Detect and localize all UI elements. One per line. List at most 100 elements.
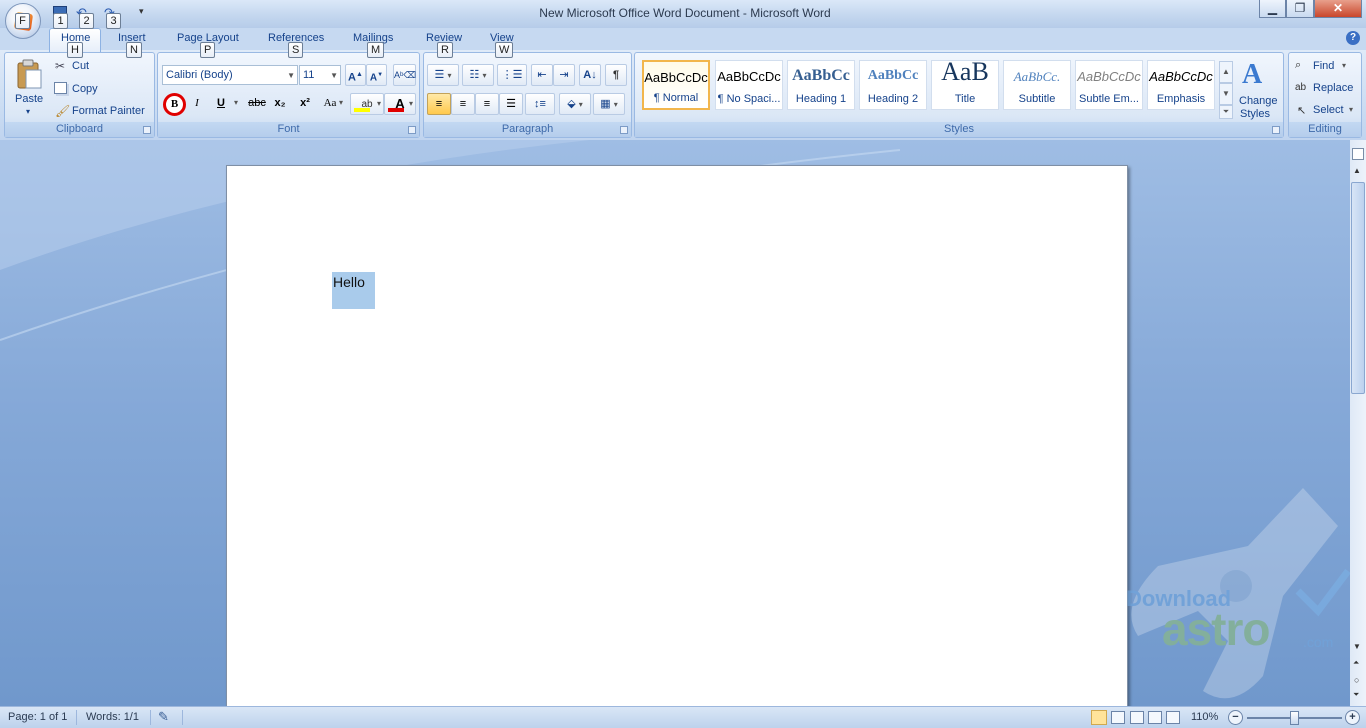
change-styles-icon[interactable]: A — [1242, 59, 1262, 91]
zoom-level[interactable]: 110% — [1191, 711, 1218, 723]
word-count[interactable]: Words: 1/1 — [86, 711, 139, 723]
change-styles-label-1[interactable]: Change — [1239, 95, 1278, 107]
customize-qat-icon[interactable]: ▾ — [139, 6, 144, 17]
bullets-button[interactable]: ☰ ▾ — [427, 64, 459, 86]
keytip-office: F — [15, 13, 30, 29]
superscript-button[interactable]: x² — [295, 93, 315, 115]
vertical-scrollbar[interactable]: ▲ ▼ ⏶ ○ ⏷ — [1350, 140, 1366, 706]
font-color-button[interactable]: A ▾ — [384, 93, 416, 115]
show-formatting-button[interactable]: ¶ — [605, 64, 627, 86]
previous-page-icon[interactable]: ⏶ — [1353, 658, 1359, 668]
document-text-selected[interactable]: Hello — [332, 272, 375, 309]
font-family-combo[interactable]: Calibri (Body) ▼ — [162, 65, 298, 85]
font-launcher-icon[interactable] — [408, 126, 416, 134]
cut-icon[interactable]: ✂ — [55, 59, 65, 73]
zoom-out-icon[interactable]: − — [1228, 710, 1243, 725]
minimize-button[interactable]: ▁ — [1259, 0, 1286, 18]
paste-icon[interactable] — [15, 58, 43, 90]
decrease-indent-button[interactable]: ⇤ — [531, 64, 553, 86]
sort-button[interactable]: A↓ — [579, 64, 601, 86]
bold-button[interactable]: B — [163, 93, 186, 116]
print-layout-view-icon[interactable] — [1091, 710, 1107, 725]
align-left-button[interactable]: ≡ — [427, 93, 451, 115]
style-title[interactable]: AaB Title — [931, 60, 999, 110]
justify-button[interactable]: ☰ — [499, 93, 523, 115]
style-heading-2[interactable]: AaBbCc Heading 2 — [859, 60, 927, 110]
draft-view-icon[interactable] — [1166, 711, 1180, 724]
proofing-icon[interactable]: ✎ — [158, 709, 169, 725]
keytip-page-layout: P — [200, 42, 216, 58]
zoom-in-icon[interactable]: + — [1345, 710, 1360, 725]
style-normal[interactable]: AaBbCcDc ¶ Normal — [642, 60, 710, 110]
copy-icon[interactable] — [54, 82, 67, 94]
line-spacing-button[interactable]: ↕≡ — [525, 93, 555, 115]
shrink-font-button[interactable]: A▼ — [366, 64, 387, 86]
page-count[interactable]: Page: 1 of 1 — [8, 711, 67, 723]
strikethrough-button[interactable]: abc — [246, 93, 268, 115]
grow-font-button[interactable]: A▲ — [345, 64, 366, 86]
scroll-up-icon[interactable]: ▲ — [1353, 166, 1361, 175]
chevron-down-icon[interactable]: ▼ — [330, 67, 338, 85]
scroll-down-icon[interactable]: ▼ — [1353, 642, 1361, 651]
cut-button[interactable]: Cut — [72, 60, 89, 72]
paste-dropdown-icon[interactable]: ▾ — [26, 107, 30, 116]
restore-button[interactable]: ❐ — [1286, 0, 1314, 18]
style-subtle-emphasis[interactable]: AaBbCcDc Subtle Em... — [1075, 60, 1143, 110]
change-styles-label-2[interactable]: Styles — [1240, 108, 1270, 120]
document-page[interactable]: Hello — [226, 165, 1128, 706]
replace-button[interactable]: Replace — [1313, 82, 1353, 94]
close-button[interactable]: ✕ — [1314, 0, 1362, 18]
style-no-spacing[interactable]: AaBbCcDc ¶ No Spaci... — [715, 60, 783, 110]
paragraph-launcher-icon[interactable] — [620, 126, 628, 134]
align-center-button[interactable]: ≡ — [451, 93, 475, 115]
styles-scroll-down-icon[interactable]: ▼ — [1219, 83, 1233, 105]
outline-view-icon[interactable] — [1148, 711, 1162, 724]
ruler-toggle-icon[interactable] — [1352, 148, 1364, 160]
format-painter-icon[interactable]: 🖌 — [55, 104, 70, 118]
multilevel-list-button[interactable]: ⋮☰ — [497, 64, 527, 86]
document-area: Hello — [0, 140, 1350, 706]
find-button[interactable]: Find — [1313, 60, 1334, 72]
italic-button[interactable]: I — [187, 93, 207, 115]
select-cursor-icon[interactable]: ↖ — [1297, 104, 1306, 117]
select-browse-object-icon[interactable]: ○ — [1354, 675, 1359, 685]
underline-button[interactable]: U — [212, 93, 230, 115]
styles-more-icon[interactable]: ⏷ — [1219, 105, 1233, 119]
paragraph-group: ☰ ▾ ☷ ▾ ⋮☰ ⇤ ⇥ A↓ ¶ ≡ ≡ ≡ ☰ ↕≡ ⬙ ▾ ▦ ▾ P… — [423, 52, 632, 138]
next-page-icon[interactable]: ⏷ — [1353, 690, 1359, 700]
find-dropdown-icon[interactable]: ▾ — [1342, 61, 1346, 70]
zoom-slider-thumb[interactable] — [1290, 711, 1299, 725]
change-case-button[interactable]: Aa — [319, 93, 341, 115]
underline-dropdown-icon[interactable]: ▾ — [234, 98, 238, 107]
increase-indent-button[interactable]: ⇥ — [553, 64, 575, 86]
select-button[interactable]: Select — [1313, 104, 1344, 116]
align-right-button[interactable]: ≡ — [475, 93, 499, 115]
styles-scroll-up-icon[interactable]: ▲ — [1219, 61, 1233, 83]
binoculars-icon[interactable]: ⌕ — [1295, 59, 1301, 72]
chevron-down-icon[interactable]: ▼ — [287, 67, 295, 85]
subscript-button[interactable]: x₂ — [270, 93, 290, 115]
paste-label[interactable]: Paste — [15, 93, 43, 105]
styles-launcher-icon[interactable] — [1272, 126, 1280, 134]
font-size-combo[interactable]: 11 ▼ — [299, 65, 341, 85]
style-subtitle[interactable]: AaBbCc. Subtitle — [1003, 60, 1071, 110]
clear-formatting-button[interactable]: Aᵇ⌫ — [393, 64, 416, 86]
clipboard-group: Paste ▾ ✂ Cut Copy 🖌 Format Painter Clip… — [4, 52, 155, 138]
replace-icon[interactable]: ab — [1295, 82, 1306, 93]
scroll-thumb[interactable] — [1351, 182, 1365, 394]
copy-button[interactable]: Copy — [72, 83, 98, 95]
borders-button[interactable]: ▦ ▾ — [593, 93, 625, 115]
full-screen-reading-icon[interactable] — [1111, 711, 1125, 724]
highlight-button[interactable]: ab ▾ — [350, 93, 384, 115]
style-emphasis[interactable]: AaBbCcDc Emphasis — [1147, 60, 1215, 110]
shading-button[interactable]: ⬙ ▾ — [559, 93, 591, 115]
format-painter-button[interactable]: Format Painter — [72, 105, 145, 117]
clipboard-launcher-icon[interactable] — [143, 126, 151, 134]
help-icon[interactable]: ? — [1346, 31, 1360, 45]
web-layout-icon[interactable] — [1130, 711, 1144, 724]
status-bar: Page: 1 of 1 Words: 1/1 ✎ 110% − + — [0, 706, 1366, 728]
style-heading-1[interactable]: AaBbCc Heading 1 — [787, 60, 855, 110]
change-case-dropdown-icon[interactable]: ▾ — [339, 98, 343, 107]
numbering-button[interactable]: ☷ ▾ — [462, 64, 494, 86]
select-dropdown-icon[interactable]: ▾ — [1349, 105, 1353, 114]
